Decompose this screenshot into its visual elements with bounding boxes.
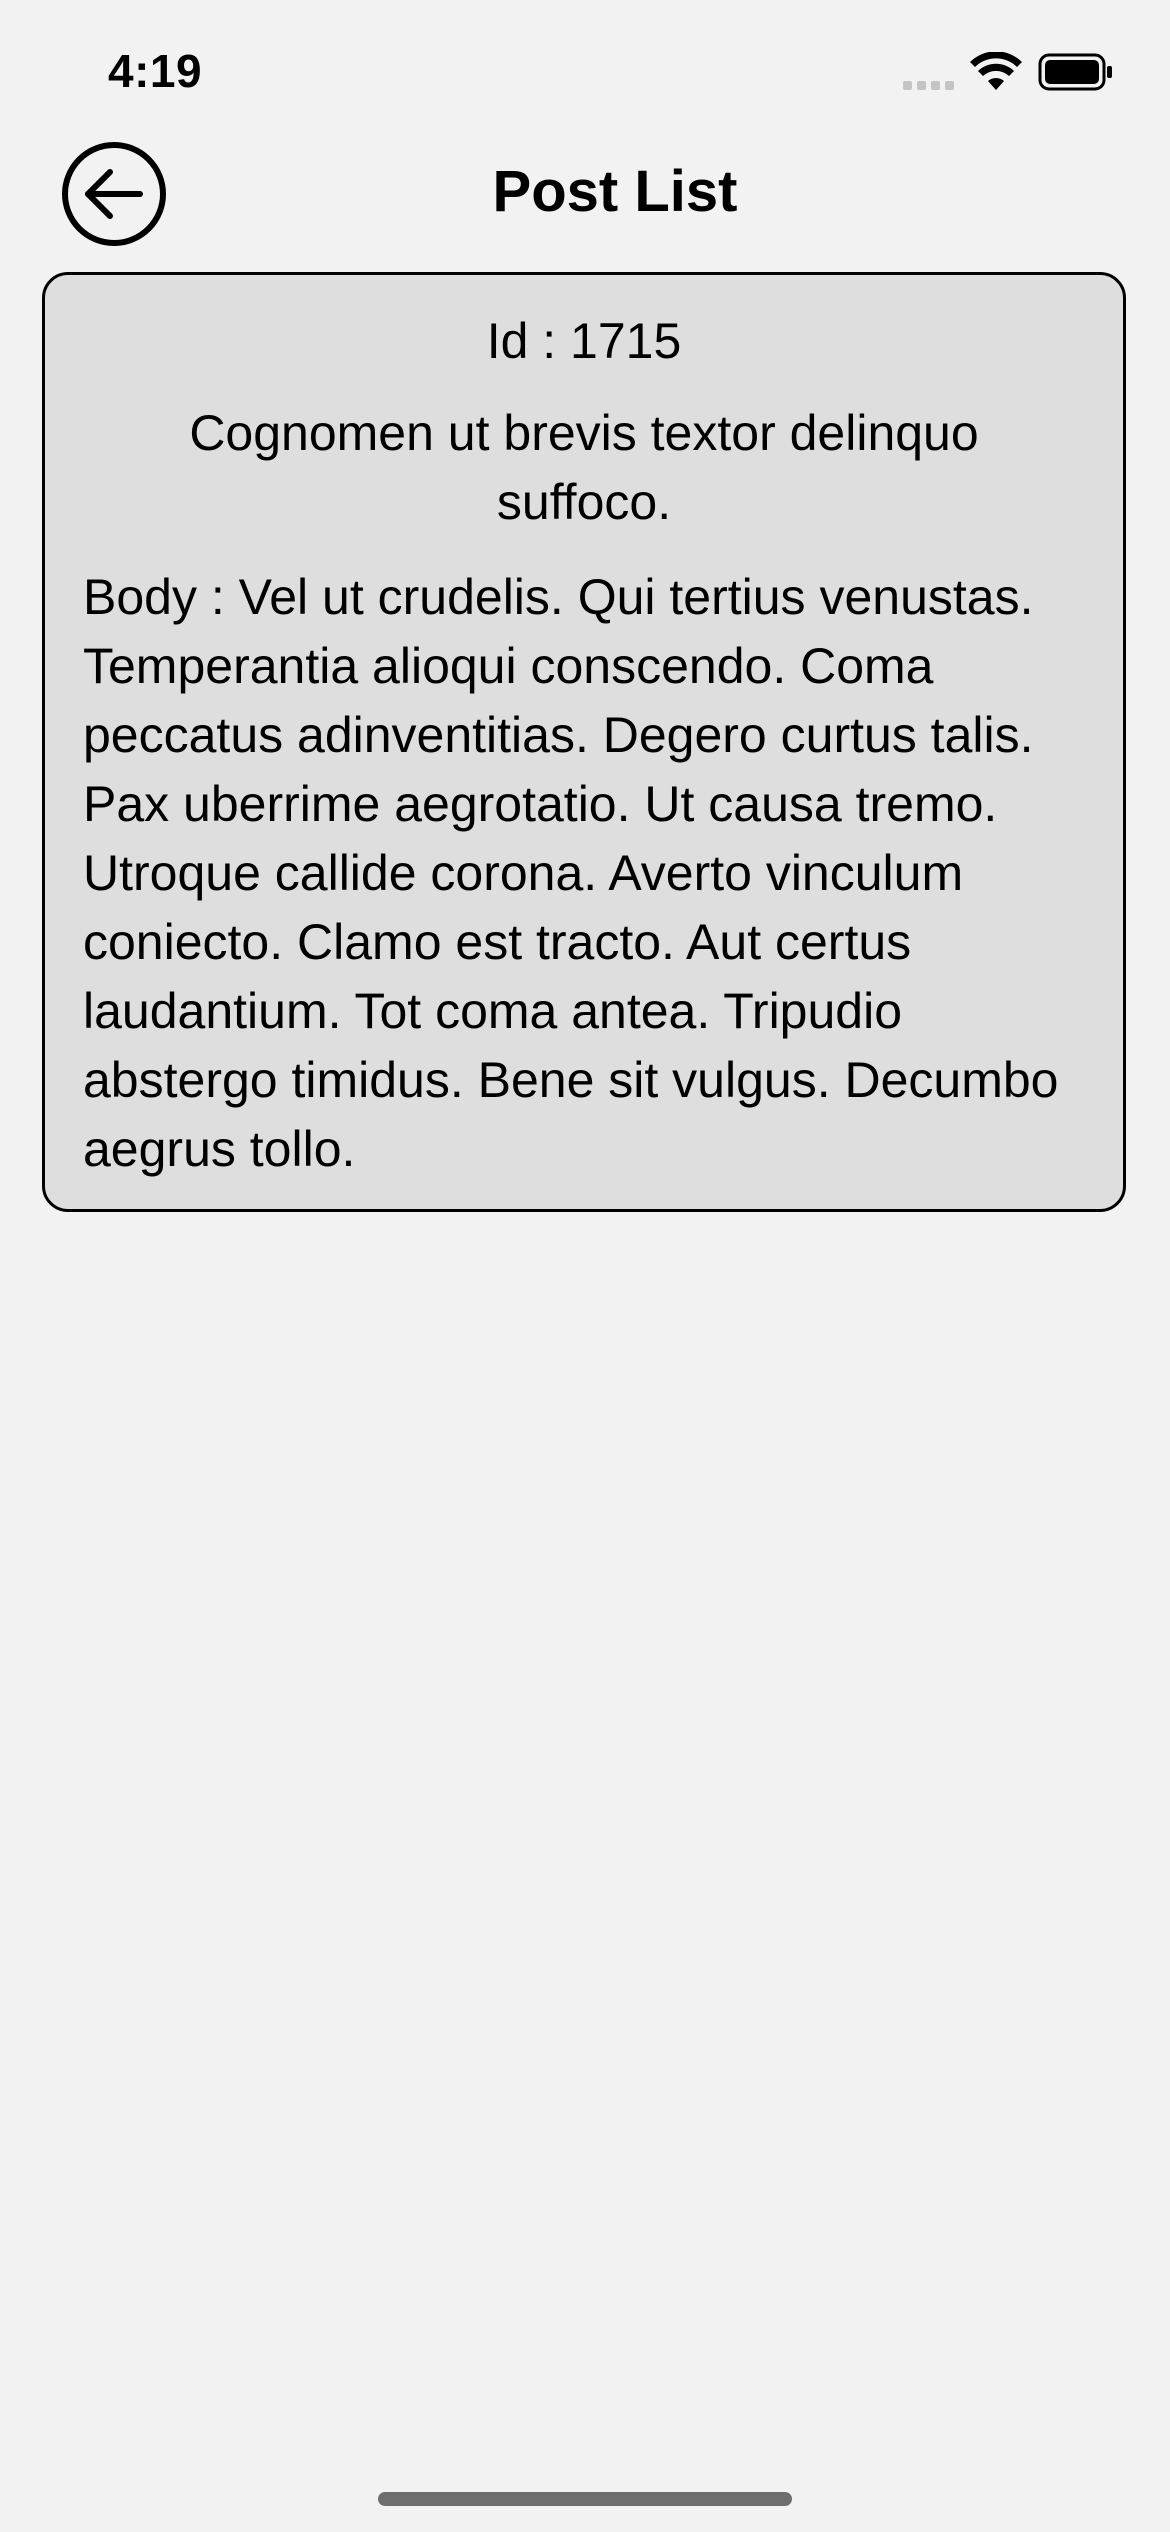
nav-header: Post List: [0, 130, 1170, 260]
cellular-signal-icon: [903, 54, 954, 90]
battery-icon: [1038, 53, 1112, 91]
page-title: Post List: [492, 159, 738, 224]
home-indicator[interactable]: [378, 2492, 792, 2506]
status-icons: [903, 52, 1114, 92]
post-id: Id : 1715: [486, 313, 682, 369]
post-card[interactable]: Id : 1715 Cognomen ut brevis textor deli…: [42, 272, 1126, 1212]
status-time: 4:19: [108, 45, 203, 97]
wifi-icon: [970, 52, 1022, 90]
post-title: Cognomen ut brevis textor delinquo suffo…: [189, 405, 979, 530]
post-body: Body : Vel ut crudelis. Qui tertius venu…: [83, 569, 1059, 1177]
status-bar: 4:19: [0, 0, 1170, 140]
